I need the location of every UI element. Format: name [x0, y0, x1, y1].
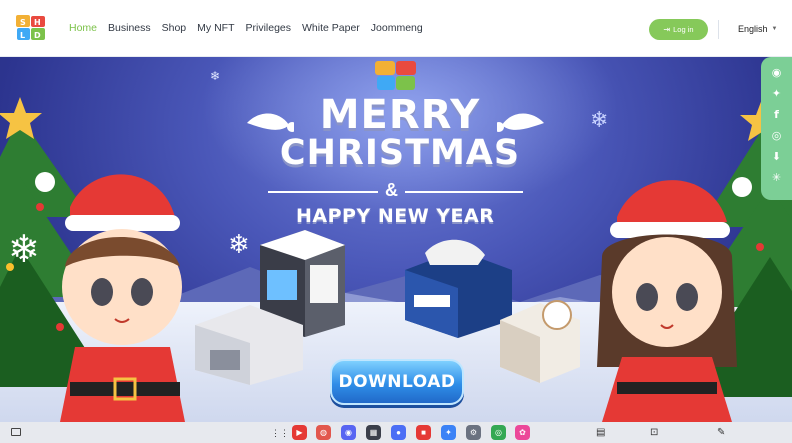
- header-divider: [718, 20, 719, 39]
- nav-business[interactable]: Business: [108, 22, 151, 34]
- snowflake-icon: ❄: [590, 107, 609, 132]
- screenshot-icon[interactable]: ⊡: [650, 427, 658, 438]
- facebook-icon[interactable]: f: [769, 105, 785, 123]
- discord-icon[interactable]: ◉: [341, 425, 356, 440]
- chrome-icon[interactable]: ◎: [491, 425, 506, 440]
- title-rule-left: [268, 191, 378, 193]
- snowflake-icon: ❄: [210, 69, 221, 83]
- christmas-banner: MERRY CHRISTMAS & HAPPY NEW YEAR DOWNLOA…: [0, 57, 792, 422]
- nav-white-paper[interactable]: White Paper: [302, 22, 360, 34]
- nav-joommeng[interactable]: Joommeng: [371, 22, 423, 34]
- svg-text:D: D: [34, 31, 41, 40]
- page: S H L D Home Business Shop My NFT Privil…: [0, 0, 792, 443]
- svg-text:L: L: [20, 31, 25, 40]
- youtube-icon[interactable]: ▶: [292, 425, 307, 440]
- instagram-icon[interactable]: ◎: [769, 126, 785, 144]
- title-happy-new-year: HAPPY NEW YEAR: [296, 205, 495, 227]
- login-label: Log in: [673, 25, 694, 34]
- notes-icon[interactable]: ▤: [596, 427, 605, 438]
- game-icon[interactable]: ▦: [366, 425, 381, 440]
- girl-character: [597, 177, 752, 422]
- twitter-icon[interactable]: ✦: [769, 84, 785, 102]
- boy-character: [35, 172, 185, 422]
- os-taskbar: ⋮⋮⋮ ▶ ◍ ◉ ▦ ● ■ ✦ ⚙ ◎ ✿ ▤ ⊡ ✎: [0, 422, 792, 443]
- snowflake-icon: ❄: [8, 229, 40, 271]
- svg-text:H: H: [34, 18, 41, 27]
- login-button[interactable]: ⇥ Log in: [649, 19, 708, 40]
- nav-privileges[interactable]: Privileges: [245, 22, 291, 34]
- flower-icon[interactable]: ✿: [515, 425, 530, 440]
- download-button[interactable]: DOWNLOAD: [330, 359, 464, 405]
- social-sidebar: ◉ ✦ f ◎ ⬇ ✳: [761, 57, 792, 200]
- site-header: S H L D Home Business Shop My NFT Privil…: [0, 0, 792, 57]
- main-nav: Home Business Shop My NFT Privileges Whi…: [69, 22, 434, 34]
- nav-home[interactable]: Home: [69, 22, 97, 34]
- language-selector[interactable]: English ▼: [738, 24, 777, 34]
- window-icon[interactable]: [11, 428, 21, 436]
- linktree-icon[interactable]: ✳: [769, 168, 785, 186]
- podcast-icon[interactable]: ◍: [316, 425, 331, 440]
- login-icon: ⇥: [663, 25, 671, 34]
- title-merry: MERRY: [319, 92, 481, 138]
- bancha-building: [195, 305, 303, 385]
- cafe-building: [500, 300, 580, 383]
- pen-icon[interactable]: ✎: [717, 427, 725, 438]
- language-label: English: [738, 24, 768, 34]
- snowflake-icon: ❄: [228, 229, 250, 259]
- banner-title: MERRY CHRISTMAS: [240, 95, 560, 171]
- discord-icon[interactable]: ◉: [769, 63, 785, 81]
- svg-text:S: S: [20, 18, 26, 27]
- nav-my-nft[interactable]: My NFT: [197, 22, 234, 34]
- title-ampersand: &: [385, 180, 398, 200]
- title-christmas: CHRISTMAS: [279, 133, 521, 173]
- messenger-icon[interactable]: ●: [391, 425, 406, 440]
- settings-icon[interactable]: ⚙: [466, 425, 481, 440]
- nav-shop[interactable]: Shop: [162, 22, 187, 34]
- banner-logo: [375, 61, 416, 90]
- chevron-down-icon: ▼: [771, 26, 778, 32]
- flipboard-icon[interactable]: ■: [416, 425, 431, 440]
- site-logo[interactable]: S H L D: [14, 13, 48, 43]
- title-rule-right: [405, 191, 523, 193]
- photos-icon[interactable]: ✦: [441, 425, 456, 440]
- download-icon[interactable]: ⬇: [769, 147, 785, 165]
